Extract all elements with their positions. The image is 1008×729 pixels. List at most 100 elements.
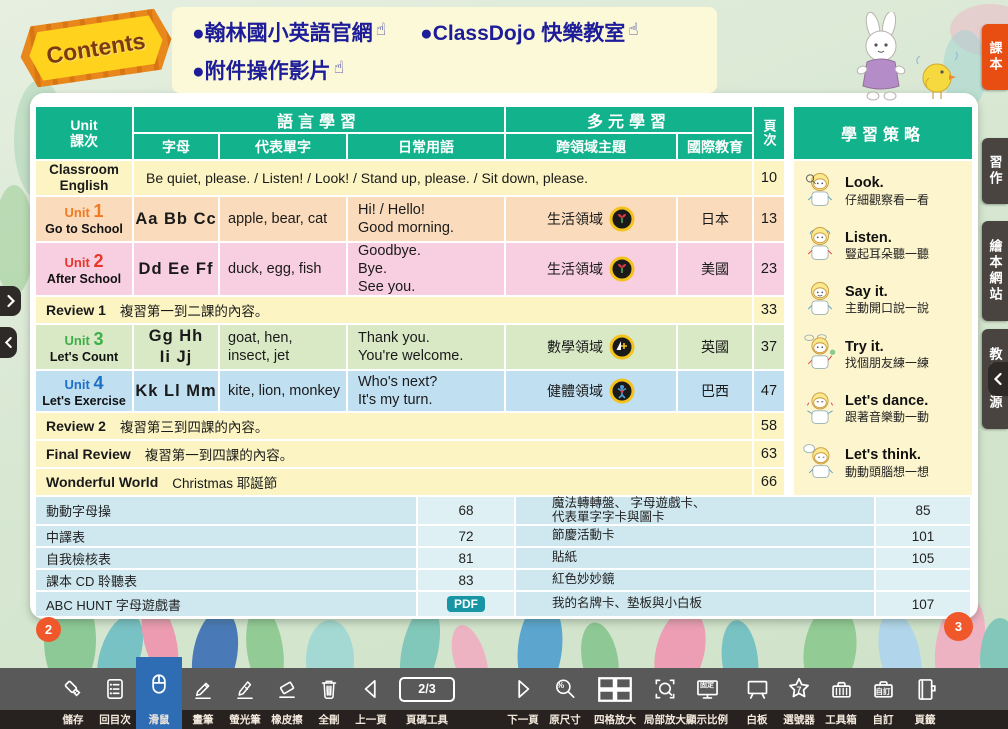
unit-2-theme: 生活領域 (506, 243, 676, 295)
page-tab-icon (912, 668, 939, 710)
link-attachment-videos[interactable]: ●附件操作影片 ☝ (192, 55, 344, 85)
monitor-icon: 固定 (694, 668, 721, 710)
appendix-page: 68 (418, 497, 514, 524)
tool-pen[interactable]: 畫筆 (182, 668, 224, 729)
health-pe-badge-icon (609, 378, 635, 404)
tool-custom[interactable]: 自訂 自訂 (862, 668, 904, 729)
appendix-table: 動動字母操 68 魔法轉轉盤、 字母遊戲卡、 代表單字字卡與圖卡 85 中譯表 … (36, 497, 970, 616)
tool-number-picker[interactable]: 7 選號器 (778, 668, 820, 729)
tool-highlighter[interactable]: 螢光筆 (224, 668, 266, 729)
tool-page-tabs[interactable]: 頁籤 (904, 668, 946, 729)
quick-links-box: ●翰林國小英語官網 ☝ ●ClassDojo 快樂教室 ☝ ●附件操作影片 ☝ (172, 7, 717, 93)
collapse-right-panel-button[interactable] (988, 362, 1008, 396)
appendix-item: 動動字母操 (36, 497, 416, 524)
learning-strategies-header: 學習策略 (794, 107, 972, 159)
pencil-icon (190, 668, 216, 710)
usb-icon (60, 668, 86, 710)
unit-3-cell: Unit 3 Let's Count (36, 325, 132, 369)
ebook-viewer: Contents ●翰林國小英語官網 ☝ ●ClassDojo 快樂教室 ☝ ●… (0, 0, 1008, 729)
tab-label: 習作 (986, 155, 1005, 187)
tab-picturebook-website[interactable]: 繪本網站 (982, 221, 1008, 321)
trash-icon (316, 668, 342, 710)
appendix-page: 101 (876, 526, 970, 546)
strategy-look: Look.仔細觀察看一看 (802, 171, 966, 211)
expand-left-panel-button[interactable] (0, 286, 21, 316)
collapse-left-panel-button[interactable] (0, 327, 17, 358)
tool-back-to-contents[interactable]: 回目次 (94, 668, 136, 729)
page-number: 33 (754, 297, 784, 323)
appendix-item: 我的名牌卡、墊板與小白板 (516, 592, 874, 616)
contents-list-icon (102, 668, 128, 710)
strategy-lets-think: Let's think.動動頭腦想一想 (802, 443, 966, 483)
page-number: 58 (754, 413, 784, 439)
tool-eraser[interactable]: 橡皮擦 (266, 668, 308, 729)
appendix-page: 81 (418, 548, 514, 568)
robot-listen-icon (802, 225, 838, 265)
tab-workbook[interactable]: 習作 (982, 138, 1008, 204)
tool-partial-zoom[interactable]: 局部放大 (644, 668, 686, 729)
unit-3-letters: Gg Hh Ii Jj (134, 325, 218, 369)
unit-4-cell: Unit 4 Let's Exercise (36, 371, 132, 411)
four-grid-icon (597, 668, 633, 710)
column-header-letters: 字母 (134, 134, 218, 159)
prev-triangle-icon (358, 668, 384, 710)
unit-3-words: goat, hen, insect, jet (220, 325, 346, 369)
link-label: ●附件操作影片 (192, 55, 331, 85)
tool-save[interactable]: 儲存 (52, 668, 94, 729)
briefcase-icon: 自訂 (870, 668, 897, 710)
appendix-item: ABC HUNT 字母遊戲書 (36, 592, 416, 616)
bottom-toolbar: 儲存 回目次 滑鼠 畫筆 (0, 668, 1008, 729)
column-header-cross-domain-theme: 跨領域主題 (506, 134, 676, 159)
strategy-try-it: Try it.找個朋友練一練 (802, 334, 966, 374)
hand-pointer-icon: ☝ (334, 58, 344, 78)
column-header-key-words: 代表單字 (220, 134, 346, 159)
strategy-lets-dance: Let's dance.跟著音樂動一動 (802, 389, 966, 429)
group-header-language-learning: 語言學習 (134, 107, 504, 132)
link-classdojo-classroom[interactable]: ●ClassDojo 快樂教室 ☝ (420, 17, 639, 47)
unit-2-phrases: Goodbye. Bye. See you. (348, 243, 504, 295)
tab-textbook[interactable]: 課本 (982, 24, 1008, 90)
zoom-percent-icon: % (552, 668, 578, 710)
appendix-item: 魔法轉轉盤、 字母遊戲卡、 代表單字字卡與圖卡 (516, 497, 874, 524)
learning-strategies-panel: 學習策略 Look.仔細觀察看一看 Listen.豎起耳朵聽一聽 Say it.… (794, 107, 972, 495)
unit-1-cell: Unit 1 Go to School (36, 197, 132, 241)
tool-original-size[interactable]: % 原尺寸 (544, 668, 586, 729)
page-badge-left: 2 (36, 617, 61, 642)
tool-whiteboard[interactable]: 白板 (736, 668, 778, 729)
strategy-say-it: Say it.主動開口說一說 (802, 280, 966, 320)
unit-4-words: kite, lion, monkey (220, 371, 346, 411)
link-label: ●ClassDojo 快樂教室 (420, 17, 625, 47)
tool-prev-page[interactable]: 上一頁 (350, 668, 392, 729)
tool-mouse[interactable]: 滑鼠 (136, 657, 182, 729)
row-classroom-english-title: Classroom English (36, 161, 132, 195)
appendix-page: 83 (418, 570, 514, 590)
link-hanlin-english-website[interactable]: ●翰林國小英語官網 ☝ (192, 17, 386, 47)
robot-think-icon (802, 443, 838, 483)
page-number: 66 (754, 469, 784, 495)
unit-3-phrases: Thank you. You're welcome. (348, 325, 504, 369)
tab-label: 課本 (986, 41, 1005, 73)
appendix-item: 紅色妙妙鏡 (516, 570, 874, 590)
tool-display-ratio[interactable]: 固定 顯示比例 (686, 668, 728, 729)
review-1-row: Review 1複習第一到二課的內容。 (36, 297, 752, 323)
unit-4-letters: Kk Ll Mm (134, 371, 218, 411)
contents-page-panel: Unit課次 語言學習 多元學習 頁次 字母 代表單字 日常用語 跨領域主題 國… (30, 93, 978, 619)
tool-page-number[interactable]: 2/3 頁碼工具 (392, 668, 462, 729)
page-number: 37 (754, 325, 784, 369)
appendix-item: 中譯表 (36, 526, 416, 546)
hand-pointer-icon: ☝ (376, 20, 386, 40)
tool-next-page[interactable]: 下一頁 (502, 668, 544, 729)
whiteboard-icon (744, 668, 771, 710)
link-label: ●翰林國小英語官網 (192, 17, 373, 47)
pdf-badge[interactable]: PDF (447, 596, 485, 612)
tool-delete-all[interactable]: 全刪 (308, 668, 350, 729)
robot-try-icon (802, 334, 838, 374)
page-indicator: 2/3 (418, 682, 435, 696)
unit-4-theme: 健體領域 (506, 371, 676, 411)
tool-toolbox[interactable]: 工具箱 (820, 668, 862, 729)
final-review-row: Final Review複習第一到四課的內容。 (36, 441, 752, 467)
unit-3-theme: 數學領域 (506, 325, 676, 369)
tool-four-grid-zoom[interactable]: 四格放大 (586, 668, 644, 729)
unit-2-letters: Dd Ee Ff (134, 243, 218, 295)
contents-title: Contents (45, 27, 148, 69)
